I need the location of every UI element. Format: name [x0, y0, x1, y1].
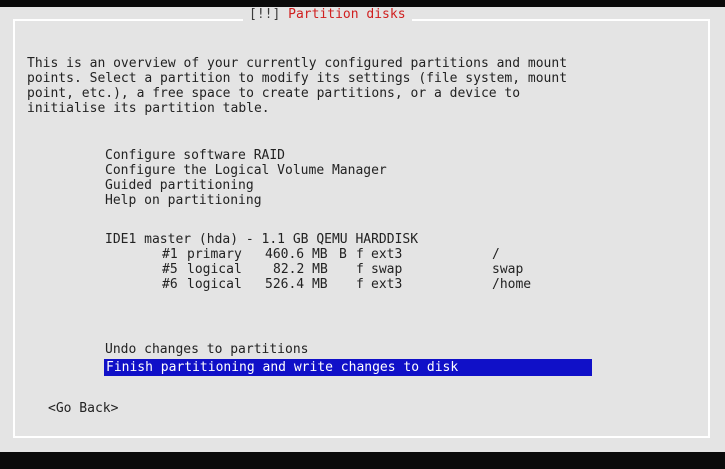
- menu-item-finish-partitioning[interactable]: Finish partitioning and write changes to…: [104, 359, 592, 376]
- go-back-button[interactable]: <Go Back>: [48, 401, 118, 416]
- bottom-strip: [0, 452, 725, 469]
- intro-line-4: initialise its partition table.: [27, 101, 270, 116]
- format-flag: f: [356, 262, 364, 277]
- partition-size: 526.4 MB: [265, 277, 328, 292]
- partition-mount: /: [492, 247, 500, 262]
- menu-item-configure-raid[interactable]: Configure software RAID: [105, 148, 285, 163]
- format-flag: f: [356, 277, 364, 292]
- partition-type: logical: [187, 277, 242, 292]
- format-flag: f: [356, 247, 364, 262]
- dialog-title-text: Partition disks: [288, 7, 406, 22]
- partition-size: 82.2 MB: [273, 262, 328, 277]
- intro-line-2: points. Select a partition to modify its…: [27, 71, 568, 86]
- top-strip: [0, 0, 725, 7]
- partition-mount: /home: [492, 277, 532, 292]
- partition-mount: swap: [492, 262, 524, 277]
- menu-item-help[interactable]: Help on partitioning: [105, 193, 262, 208]
- partition-type: logical: [187, 262, 242, 277]
- menu-item-guided-partitioning[interactable]: Guided partitioning: [105, 178, 254, 193]
- partition-type: primary: [187, 247, 242, 262]
- partition-fs: swap: [371, 262, 403, 277]
- intro-line-1: This is an overview of your currently co…: [27, 56, 568, 71]
- partition-fs: ext3: [371, 277, 403, 292]
- menu-item-undo-changes[interactable]: Undo changes to partitions: [105, 342, 309, 357]
- partition-number: #1: [162, 247, 178, 262]
- dialog-title: [!!] Partition disks: [243, 8, 412, 22]
- partition-fs: ext3: [371, 247, 403, 262]
- title-warning-marker: [!!]: [249, 7, 281, 22]
- disk-entry[interactable]: IDE1 master (hda) - 1.1 GB QEMU HARDDISK: [105, 232, 418, 247]
- partition-size: 460.6 MB: [265, 247, 328, 262]
- partition-number: #5: [162, 262, 178, 277]
- partition-number: #6: [162, 277, 178, 292]
- intro-line-3: point, etc.), a free space to create par…: [27, 86, 521, 101]
- menu-item-configure-lvm[interactable]: Configure the Logical Volume Manager: [105, 163, 387, 178]
- bootable-flag: B: [339, 247, 347, 262]
